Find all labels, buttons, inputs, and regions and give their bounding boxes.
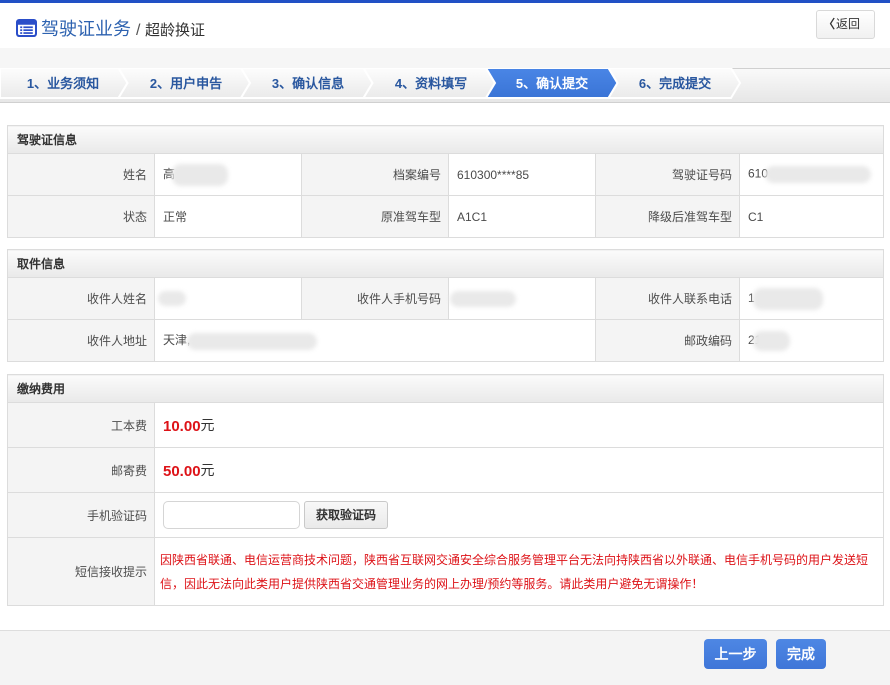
svg-text:6、完成提交: 6、完成提交 [639, 76, 711, 91]
svg-text:3、确认信息: 3、确认信息 [272, 76, 344, 91]
svg-text:4、资料填写: 4、资料填写 [395, 76, 467, 91]
svg-text:2、用户申告: 2、用户申告 [150, 76, 222, 91]
svg-text:5、确认提交: 5、确认提交 [516, 76, 588, 91]
svg-text:1、业务须知: 1、业务须知 [27, 76, 99, 91]
